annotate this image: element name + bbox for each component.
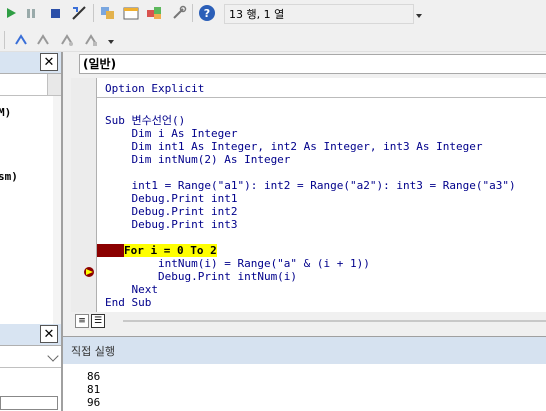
list-item[interactable]: M) xyxy=(0,106,11,119)
code-line[interactable]: Next xyxy=(105,283,158,296)
list-item[interactable]: sm) xyxy=(0,170,18,183)
cursor-location-text: 13 행, 1 열 xyxy=(229,8,285,21)
code-editor[interactable]: Option Explicit Sub 변수선언() Dim i As Integ… xyxy=(97,78,546,312)
edit-toolbar xyxy=(0,28,546,52)
immediate-window[interactable]: 86 81 96 xyxy=(62,364,546,411)
immediate-output-line: 81 xyxy=(87,383,101,396)
procedure-view-icon[interactable]: ≡ xyxy=(75,314,89,328)
run-icon[interactable] xyxy=(2,4,20,22)
close-icon[interactable]: ✕ xyxy=(40,53,58,71)
margin-indicator-bar[interactable] xyxy=(71,78,97,312)
full-module-view-icon[interactable]: ☰ xyxy=(91,314,105,328)
project-explorer-pane: ✕ M) sm) xyxy=(0,52,62,324)
properties-combo[interactable] xyxy=(0,346,61,368)
object-combo[interactable]: (일반) xyxy=(79,54,546,74)
code-line[interactable]: Debug.Print int1 xyxy=(105,192,237,205)
properties-icon[interactable] xyxy=(122,4,140,22)
code-line[interactable]: Debug.Print int3 xyxy=(105,218,237,231)
indent-icon[interactable] xyxy=(12,31,30,49)
toggle-breakpoint-icon[interactable] xyxy=(58,31,76,49)
chevron-down-icon[interactable] xyxy=(47,350,59,362)
code-separator xyxy=(97,97,546,98)
code-window: (일반) Option Explicit Sub 변수선언() Dim i As … xyxy=(62,52,546,336)
code-line[interactable]: Sub 변수선언() xyxy=(105,114,185,127)
help-icon[interactable]: ? xyxy=(197,3,217,23)
vertical-scrollbar[interactable] xyxy=(53,96,61,324)
properties-header: ✕ xyxy=(0,324,61,346)
code-line[interactable]: Debug.Print int2 xyxy=(105,205,237,218)
toolbar2-overflow-icon[interactable] xyxy=(106,30,116,50)
code-line[interactable]: Dim int1 As Integer, int2 As Integer, in… xyxy=(105,140,482,153)
immediate-output-line: 96 xyxy=(87,396,101,409)
code-line[interactable]: Dim i As Integer xyxy=(105,127,237,140)
immediate-window-header: 직접 실행 xyxy=(62,336,546,364)
immediate-window-title: 직접 실행 xyxy=(71,344,115,358)
horizontal-scrollbar[interactable] xyxy=(123,320,546,322)
close-icon[interactable]: ✕ xyxy=(40,325,58,343)
immediate-output-line: 86 xyxy=(87,370,101,383)
code-line[interactable]: For i = 0 To 2 xyxy=(97,244,217,257)
combo-dropdown-icon[interactable] xyxy=(47,74,61,95)
outdent-icon[interactable] xyxy=(34,31,52,49)
project-explorer-header: ✕ xyxy=(0,52,61,74)
object-combo-value: (일반) xyxy=(83,57,117,71)
project-combo[interactable] xyxy=(0,74,61,96)
code-line[interactable]: End Sub xyxy=(105,296,151,309)
code-line[interactable]: int1 = Range("a1"): int2 = Range("a2"): … xyxy=(105,179,515,192)
toolbox-icon[interactable] xyxy=(170,4,188,22)
properties-tab[interactable] xyxy=(0,396,58,410)
svg-text:?: ? xyxy=(204,7,210,20)
standard-toolbar: ? 13 행, 1 열 xyxy=(0,0,546,28)
object-browser-icon[interactable] xyxy=(145,4,163,22)
stop-icon[interactable] xyxy=(46,4,64,22)
pause-icon[interactable] xyxy=(22,4,40,22)
code-line[interactable]: Debug.Print intNum(i) xyxy=(105,270,297,283)
code-line[interactable]: Option Explicit xyxy=(105,82,204,95)
code-window-footer: ≡ ☰ xyxy=(71,312,546,330)
code-line[interactable]: intNum(i) = Range("a" & (i + 1)) xyxy=(105,257,370,270)
project-explorer-icon[interactable] xyxy=(99,4,117,22)
comment-block-icon[interactable] xyxy=(82,31,100,49)
toolbar-overflow-icon[interactable] xyxy=(414,4,424,24)
design-mode-icon[interactable] xyxy=(70,4,88,22)
code-line[interactable]: Dim intNum(2) As Integer xyxy=(105,153,290,166)
cursor-location: 13 행, 1 열 xyxy=(224,4,414,24)
breakpoint-marker xyxy=(97,244,124,257)
current-statement: For i = 0 To 2 xyxy=(124,244,217,257)
properties-pane: ✕ xyxy=(0,324,62,411)
